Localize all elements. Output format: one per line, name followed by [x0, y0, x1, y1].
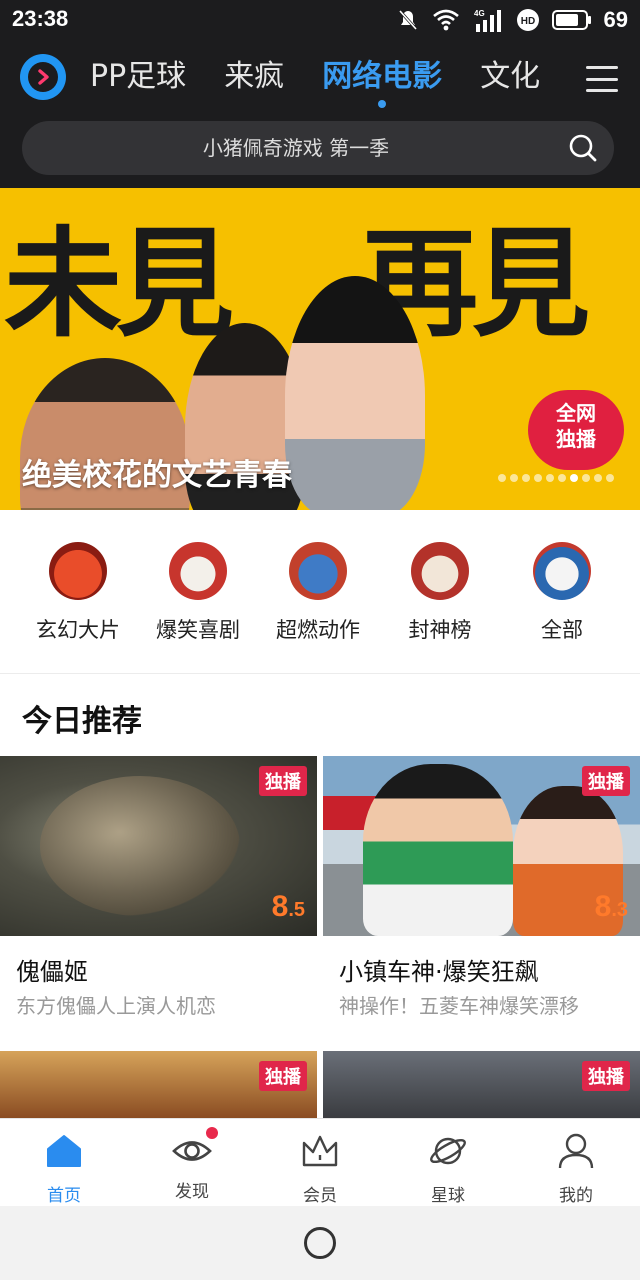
movie-subtitle: 神操作！五菱车神爆笑漂移	[339, 994, 579, 1018]
exclusive-tag: 独播	[582, 1061, 630, 1091]
pagination-dot[interactable]	[582, 474, 590, 482]
tab-home[interactable]: 首页	[24, 1131, 104, 1206]
fan-icon	[169, 542, 227, 600]
movie-card[interactable]: 独播 8.5 傀儡姬 东方傀儡人上演人机恋	[0, 756, 317, 1018]
movie-thumbnail: 独播	[323, 1051, 640, 1118]
pp-logo-icon[interactable]	[20, 54, 66, 100]
tab-vip[interactable]: 会员	[280, 1131, 360, 1206]
status-time: 23:38	[12, 6, 69, 31]
home-icon	[47, 1135, 81, 1167]
channel-tabs: PP足球 来疯 网络电影 文化	[90, 54, 540, 108]
mute-icon	[398, 10, 417, 30]
signal-icon: 4G	[474, 9, 501, 32]
category-label: 玄幻大片	[36, 618, 120, 642]
badge-line-1: 全网	[556, 401, 596, 425]
tab-pp-football[interactable]: PP足球	[90, 54, 186, 100]
tab-label: 我的	[559, 1186, 593, 1206]
badge-line-2: 独播	[556, 427, 596, 451]
svg-text:4G: 4G	[474, 9, 485, 18]
system-nav-bar	[0, 1206, 640, 1280]
movie-title: 傀儡姬	[16, 958, 88, 986]
movie-subtitle: 东方傀儡人上演人机恋	[16, 994, 216, 1018]
category-label: 封神榜	[408, 618, 472, 642]
pagination-dot[interactable]	[558, 474, 566, 482]
tab-label: 发现	[175, 1182, 209, 1202]
category-fengshen[interactable]: 封神榜	[380, 542, 500, 644]
status-icons: 4G HD 69	[396, 6, 628, 34]
battery-percent: 69	[603, 7, 628, 32]
dragon-icon	[49, 542, 107, 600]
exclusive-tag: 独播	[582, 766, 630, 796]
thumbnail-figure-left	[363, 764, 513, 936]
banner-caption: 绝美校花的文艺青春	[22, 458, 292, 493]
pagination-dot[interactable]	[594, 474, 602, 482]
tab-discover[interactable]: 发现	[152, 1127, 232, 1202]
search-icon[interactable]	[568, 133, 598, 163]
movie-thumbnail: 独播 8.5	[0, 756, 317, 936]
banner-pagination	[498, 474, 614, 482]
movie-card[interactable]: 独播	[0, 1051, 317, 1118]
bottom-tab-bar: 首页 发现 会员 星球 我的	[0, 1118, 640, 1206]
book-icon	[533, 542, 591, 600]
hero-banner[interactable]: 未見 再見 绝美校花的文艺青春 全网 独播	[0, 188, 640, 510]
tab-label: 会员	[303, 1186, 337, 1206]
exclusive-badge[interactable]: 全网 独播	[528, 390, 624, 470]
exclusive-tag: 独播	[259, 1061, 307, 1091]
crown-icon	[302, 1135, 338, 1167]
movie-title: 小镇车神·爆笑狂飙	[339, 958, 539, 986]
category-all[interactable]: 全部	[502, 542, 622, 644]
status-bar: 23:38 4G HD 69	[0, 0, 640, 40]
section-title: 今日推荐	[22, 704, 142, 739]
fighter-icon	[289, 542, 347, 600]
pagination-dot[interactable]	[546, 474, 554, 482]
exclusive-tag: 独播	[259, 766, 307, 796]
pagination-dot[interactable]	[606, 474, 614, 482]
hamburger-menu-icon[interactable]	[586, 66, 618, 92]
user-icon	[558, 1133, 594, 1169]
pagination-dot[interactable]	[510, 474, 518, 482]
category-label: 爆笑喜剧	[156, 618, 240, 642]
rating-score: 8.3	[594, 890, 628, 923]
scroll-icon	[411, 542, 469, 600]
pagination-dot[interactable]	[534, 474, 542, 482]
pagination-dot[interactable]	[522, 474, 530, 482]
category-label: 超燃动作	[276, 618, 360, 642]
rating-score: 8.5	[271, 890, 305, 923]
pagination-dot[interactable]	[498, 474, 506, 482]
svg-text:HD: HD	[520, 16, 534, 27]
tab-laifeng[interactable]: 来疯	[224, 54, 284, 100]
pagination-dot[interactable]	[570, 474, 578, 482]
category-fantasy[interactable]: 玄幻大片	[18, 542, 138, 644]
movie-card[interactable]: 独播 8.3 小镇车神·爆笑狂飙 神操作！五菱车神爆笑漂移	[323, 756, 640, 1018]
movie-thumbnail: 独播	[0, 1051, 317, 1118]
planet-icon	[430, 1137, 466, 1165]
top-header: PP足球 来疯 网络电影 文化 小猪佩奇游戏 第一季	[0, 40, 640, 188]
tab-culture[interactable]: 文化	[480, 54, 540, 100]
category-row: 玄幻大片 爆笑喜剧 超燃动作 封神榜 全部	[0, 510, 640, 674]
category-label: 全部	[541, 618, 583, 642]
category-action[interactable]: 超燃动作	[258, 542, 378, 644]
tab-label: 星球	[431, 1186, 465, 1206]
thumbnail-figure	[40, 776, 240, 916]
banner-person-right	[285, 276, 425, 510]
eye-icon	[172, 1127, 218, 1171]
system-home-button[interactable]	[304, 1227, 336, 1259]
wifi-icon	[432, 9, 459, 31]
category-comedy[interactable]: 爆笑喜剧	[138, 542, 258, 644]
banner-calligraphy-left: 未見	[4, 214, 234, 353]
tab-planet[interactable]: 星球	[408, 1131, 488, 1206]
battery-icon	[551, 10, 591, 30]
movie-thumbnail: 独播 8.3	[323, 756, 640, 936]
tab-label: 首页	[47, 1186, 81, 1206]
search-placeholder: 小猪佩奇游戏 第一季	[202, 136, 390, 160]
hd-icon: HD	[516, 9, 539, 31]
tab-web-movies[interactable]: 网络电影	[322, 54, 442, 108]
search-bar[interactable]: 小猪佩奇游戏 第一季	[22, 121, 614, 175]
movie-card[interactable]: 独播	[323, 1051, 640, 1118]
tab-me[interactable]: 我的	[536, 1131, 616, 1206]
notification-dot	[206, 1127, 218, 1139]
